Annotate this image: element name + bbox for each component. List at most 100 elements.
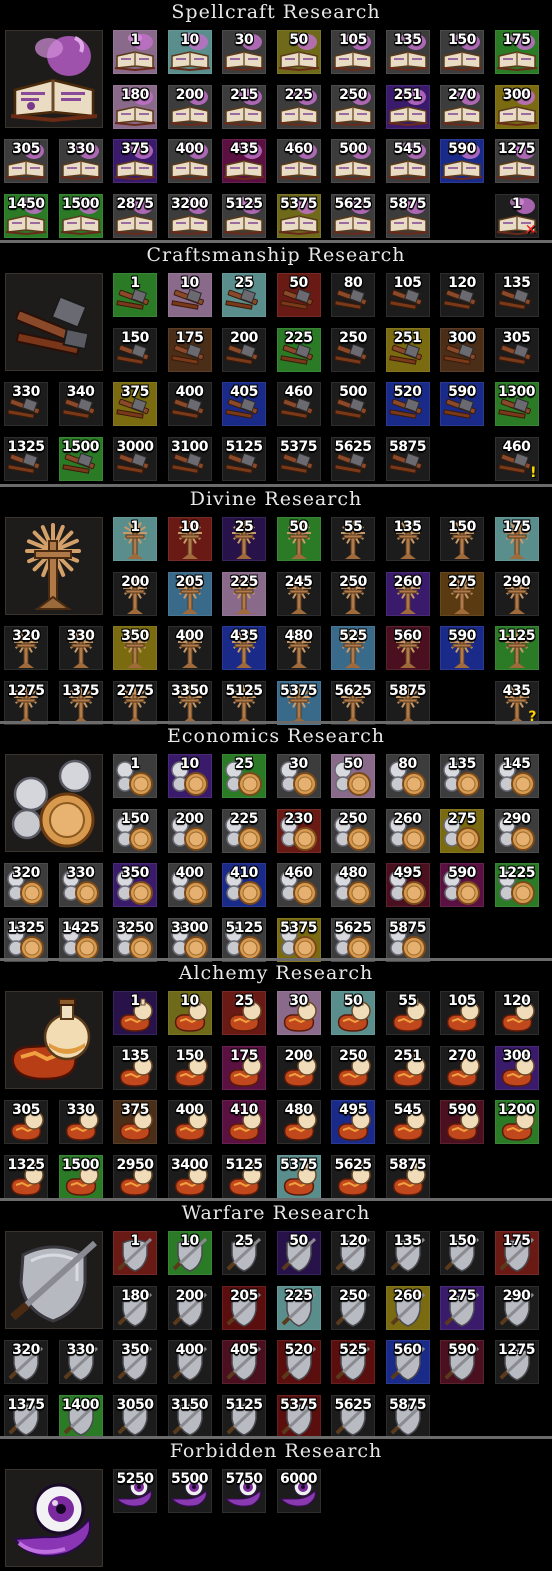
research-cell[interactable]: 1400 [56,1392,105,1441]
research-cell[interactable]: 1325 [2,915,50,964]
research-cell[interactable]: 460 [274,861,323,909]
research-cell[interactable]: 5875 [383,191,432,240]
research-cell[interactable]: 5375 [274,1392,323,1441]
research-cell[interactable]: 250 [329,1043,377,1092]
research-cell[interactable]: 5625 [329,1392,377,1441]
research-cell[interactable]: 1 [111,515,159,563]
research-status-cell[interactable]: 435? [492,678,541,727]
research-cell[interactable]: 1275 [492,137,541,185]
research-cell[interactable]: 1 [111,989,159,1037]
research-cell[interactable]: 120 [438,271,486,319]
research-cell[interactable]: 150 [111,806,159,855]
research-cell[interactable]: 3200 [165,191,214,240]
research-cell[interactable]: 250 [329,1283,377,1332]
research-cell[interactable]: 270 [438,82,486,131]
research-cell[interactable]: 435 [220,137,268,185]
research-cell[interactable]: 5125 [220,1392,268,1441]
research-cell[interactable]: 590 [438,1098,486,1146]
research-cell[interactable]: 200 [165,1283,214,1332]
research-cell[interactable]: 5125 [220,1152,268,1201]
research-cell[interactable]: 5625 [329,434,377,483]
research-cell[interactable]: 275 [438,569,486,618]
research-cell[interactable]: 150 [438,515,486,563]
research-cell[interactable]: 50 [274,28,323,76]
research-cell[interactable]: 175 [492,28,541,76]
research-cell[interactable]: 105 [438,989,486,1037]
research-cell[interactable]: 5375 [274,1152,323,1201]
research-cell[interactable]: 50 [329,989,377,1037]
research-cell[interactable]: 5125 [220,678,268,727]
research-cell[interactable]: 500 [329,380,377,428]
research-cell[interactable]: 495 [383,861,432,909]
research-cell[interactable]: 1 [111,752,159,800]
research-cell[interactable]: 50 [274,515,323,563]
research-cell[interactable]: 5125 [220,434,268,483]
research-cell[interactable]: 5625 [329,1152,377,1201]
research-cell[interactable]: 5125 [220,915,268,964]
research-cell[interactable]: 250 [329,569,377,618]
research-cell[interactable]: 215 [220,82,268,131]
research-cell[interactable]: 200 [220,325,268,374]
research-cell[interactable]: 200 [111,569,159,618]
research-cell[interactable]: 135 [383,1229,432,1277]
research-cell[interactable]: 260 [383,806,432,855]
research-cell[interactable]: 435 [220,624,268,672]
research-cell[interactable]: 330 [56,1338,105,1386]
research-cell[interactable]: 25 [220,752,268,800]
research-cell[interactable]: 340 [56,380,105,428]
research-cell[interactable]: 250 [329,806,377,855]
research-cell[interactable]: 135 [383,515,432,563]
research-cell[interactable]: 180 [111,82,159,131]
research-cell[interactable]: 1500 [56,434,105,483]
research-cell[interactable]: 3000 [111,434,159,483]
research-cell[interactable]: 25 [220,989,268,1037]
research-cell[interactable]: 400 [165,1338,214,1386]
research-cell[interactable]: 230 [274,806,323,855]
research-cell[interactable]: 5875 [383,678,432,727]
research-cell[interactable]: 275 [438,1283,486,1332]
research-cell[interactable]: 350 [111,861,159,909]
research-cell[interactable]: 175 [165,325,214,374]
research-cell[interactable]: 250 [329,82,377,131]
research-cell[interactable]: 270 [438,1043,486,1092]
research-cell[interactable]: 330 [56,624,105,672]
research-cell[interactable]: 290 [492,569,541,618]
research-cell[interactable]: 400 [165,1098,214,1146]
research-cell[interactable]: 245 [274,569,323,618]
research-cell[interactable]: 1500 [56,191,105,240]
research-cell[interactable]: 3050 [111,1392,159,1441]
research-cell[interactable]: 5250 [111,1467,159,1515]
research-cell[interactable]: 10 [165,515,214,563]
research-cell[interactable]: 590 [438,861,486,909]
research-cell[interactable]: 400 [165,380,214,428]
research-cell[interactable]: 200 [165,806,214,855]
research-cell[interactable]: 400 [165,861,214,909]
research-cell[interactable]: 5875 [383,1152,432,1201]
research-cell[interactable]: 251 [383,82,432,131]
research-cell[interactable]: 410 [220,1098,268,1146]
research-cell[interactable]: 350 [111,1338,159,1386]
research-cell[interactable]: 1125 [492,624,541,672]
research-cell[interactable]: 275 [438,806,486,855]
research-cell[interactable]: 375 [111,380,159,428]
research-cell[interactable]: 495 [329,1098,377,1146]
research-cell[interactable]: 10 [165,28,214,76]
research-cell[interactable]: 500 [329,137,377,185]
research-cell[interactable]: 5375 [274,678,323,727]
research-cell[interactable]: 10 [165,271,214,319]
research-cell[interactable]: 520 [274,1338,323,1386]
research-cell[interactable]: 1375 [56,678,105,727]
research-cell[interactable]: 1300 [492,380,541,428]
research-cell[interactable]: 150 [438,28,486,76]
research-cell[interactable]: 525 [329,1338,377,1386]
research-cell[interactable]: 25 [220,515,268,563]
research-cell[interactable]: 3150 [165,1392,214,1441]
research-cell[interactable]: 145 [492,752,541,800]
research-cell[interactable]: 560 [383,624,432,672]
research-cell[interactable]: 225 [274,1283,323,1332]
research-cell[interactable]: 305 [2,1098,50,1146]
research-cell[interactable]: 175 [492,515,541,563]
research-cell[interactable]: 1325 [2,1152,50,1201]
research-cell[interactable]: 105 [329,28,377,76]
research-cell[interactable]: 545 [383,137,432,185]
